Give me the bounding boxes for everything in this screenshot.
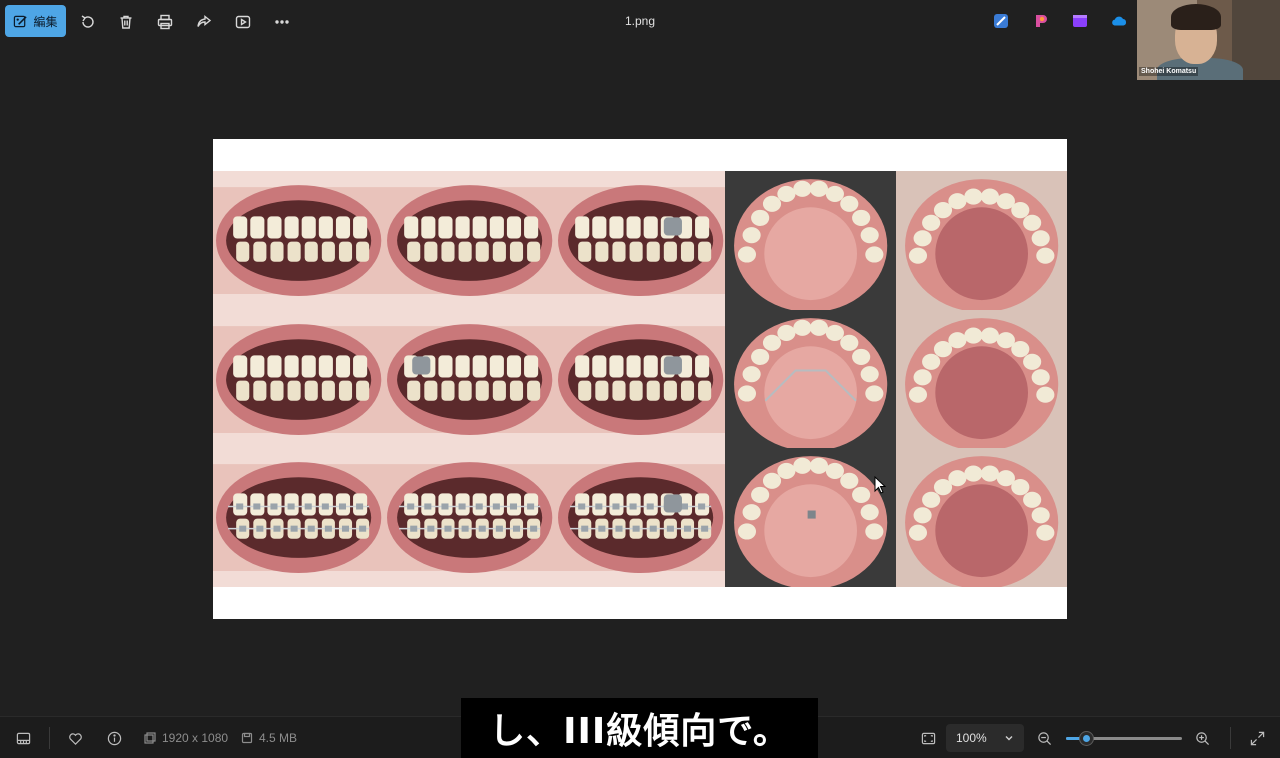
heart-icon [68, 732, 82, 745]
trash-icon [120, 15, 132, 29]
filmstrip-toggle-button[interactable] [14, 729, 32, 747]
image-dimensions-text: 1920 x 1080 [162, 731, 229, 745]
expand-icon [1250, 731, 1264, 745]
intraoral-photo-lower-occlusal [896, 309, 1068, 449]
zoom-level-value: 100% [956, 731, 987, 745]
intraoral-photo-frontal [213, 171, 385, 311]
webcam-overlay: Shohei Komatsu [1137, 0, 1280, 80]
video-editor-app-button[interactable] [1071, 12, 1089, 30]
image-dimensions: 1920 x 1080 [144, 731, 228, 745]
info-icon [107, 731, 121, 745]
rotate-button[interactable] [76, 10, 100, 34]
video-subtitle: し、III級傾向で。 [461, 698, 818, 758]
more-options-button[interactable] [270, 10, 294, 34]
share-icon [197, 15, 212, 27]
file-size-text: 4.5 MB [259, 731, 298, 745]
intraoral-photo-lower-occlusal [896, 171, 1068, 311]
participant-name: Shohei Komatsu [1139, 67, 1199, 76]
more-icon [275, 20, 289, 24]
intraoral-photo-grid [213, 171, 1068, 588]
clipchamp-app-button[interactable] [1032, 12, 1050, 30]
intraoral-photo-right-lateral [383, 309, 556, 449]
intraoral-photo-right-lateral [383, 448, 556, 588]
dimensions-icon [144, 732, 156, 744]
intraoral-photo-upper-occlusal [725, 448, 897, 588]
fullscreen-button[interactable] [1248, 729, 1266, 747]
fit-to-window-button[interactable] [919, 729, 937, 747]
chevron-down-icon [1005, 736, 1013, 741]
edit-button-label: 編集 [33, 14, 58, 29]
image-canvas [213, 139, 1068, 619]
edit-image-icon [14, 15, 28, 27]
intraoral-photo-frontal [213, 309, 385, 449]
intraoral-photo-left-lateral [554, 171, 726, 311]
rotate-icon [81, 15, 94, 28]
zoom-level-dropdown[interactable]: 100% [946, 724, 1024, 752]
designer-app-button[interactable] [992, 12, 1010, 30]
top-toolbar: 編集 1.png [0, 0, 1280, 44]
intraoral-photo-upper-occlusal [725, 171, 897, 311]
zoom-in-button[interactable] [1193, 729, 1211, 747]
zoom-slider-thumb[interactable] [1078, 731, 1094, 746]
onedrive-button[interactable] [1110, 12, 1128, 30]
edit-button[interactable]: 編集 [5, 5, 66, 37]
zoom-out-icon [1037, 731, 1051, 745]
zoom-in-icon [1195, 731, 1209, 745]
file-info-button[interactable] [105, 729, 123, 747]
filmstrip-icon [16, 732, 30, 744]
intraoral-photo-lower-occlusal [896, 448, 1068, 588]
delete-button[interactable] [114, 10, 138, 34]
mouse-cursor-icon [874, 476, 886, 494]
favorite-button[interactable] [66, 729, 84, 747]
intraoral-photo-frontal [213, 448, 385, 588]
intraoral-photo-upper-occlusal [725, 309, 897, 449]
clipchamp-app-icon [1036, 15, 1047, 27]
play-icon [235, 15, 251, 29]
print-button[interactable] [153, 10, 177, 34]
file-name: 1.png [624, 14, 656, 28]
fit-window-icon [921, 732, 935, 744]
file-size-icon [241, 732, 253, 744]
video-editor-app-icon [1073, 15, 1087, 27]
intraoral-photo-left-lateral [554, 448, 726, 588]
printer-icon [157, 14, 173, 30]
file-size: 4.5 MB [241, 731, 297, 745]
intraoral-photo-left-lateral [554, 309, 726, 449]
designer-app-icon [994, 14, 1008, 28]
slideshow-button[interactable] [231, 10, 255, 34]
zoom-out-button[interactable] [1035, 729, 1053, 747]
intraoral-photo-right-lateral [383, 171, 556, 311]
share-button[interactable] [192, 10, 216, 34]
onedrive-cloud-icon [1112, 16, 1127, 26]
